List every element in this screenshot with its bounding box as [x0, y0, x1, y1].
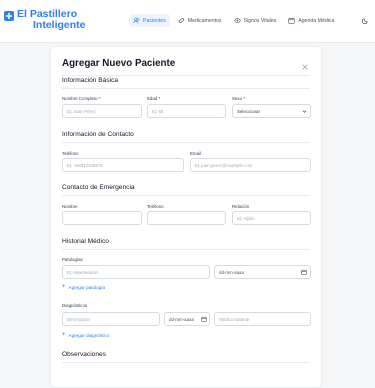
date-placeholder: dd-mm-aaaa [169, 316, 194, 322]
add-patient-modal: Agregar Nuevo Paciente Información Básic… [50, 46, 322, 388]
emergency-name-label: Nombre [62, 204, 78, 209]
close-button[interactable] [301, 58, 309, 70]
plus-icon: + [62, 284, 66, 290]
pathology-date-input[interactable]: dd-mm-aaaa [214, 265, 311, 279]
date-placeholder: dd-mm-aaaa [219, 269, 244, 275]
brand-logo[interactable]: El Pastillero Inteligente [4, 9, 86, 31]
nav-item-medicamentos[interactable]: Medicamentos [174, 14, 226, 27]
add-pathology-label: Agregar patología [68, 284, 106, 290]
pill-icon [178, 18, 184, 23]
diagnosis-description-input[interactable]: Descripción [62, 312, 160, 326]
age-label: Edad * [147, 96, 161, 101]
relation-input[interactable]: Ej: Hija/o [232, 211, 311, 225]
sex-label: Sexo * [232, 96, 245, 101]
full-name-label: Nombre Completo * [62, 96, 101, 101]
nav-item-label: Pacientes [143, 17, 166, 24]
users-icon [133, 17, 140, 24]
plus-icon: + [62, 332, 66, 338]
nav-item-signos-vitales[interactable]: Signos Vitales [230, 14, 281, 27]
calendar-icon [288, 17, 295, 24]
brand-name-line2: Inteligente [33, 19, 86, 31]
section-divider [62, 362, 310, 363]
moon-icon[interactable] [362, 17, 369, 24]
calendar-icon[interactable] [301, 269, 307, 275]
eye-icon [233, 18, 241, 23]
pathology-input[interactable]: Ej: Hipertensión [62, 265, 210, 279]
emergency-phone-input[interactable] [147, 211, 226, 225]
phone-input[interactable]: Ej: +56912345678 [62, 158, 184, 172]
add-diagnosis-button[interactable]: + Agregar diagnóstico [62, 332, 109, 338]
sex-select[interactable]: Seleccionar [232, 104, 311, 118]
section-emergency-contact: Contacto de Emergencia [62, 184, 135, 191]
title-divider [62, 75, 310, 76]
doctor-input[interactable]: Médico tratante [214, 312, 311, 326]
sex-select-value: Seleccionar [237, 108, 260, 114]
nav-item-pacientes[interactable]: Pacientes [129, 14, 170, 27]
main-nav: Pacientes Medicamentos Signos Vitales Ag… [129, 14, 342, 27]
section-contact-info: Información de Contacto [62, 131, 134, 138]
email-input[interactable]: Ej: juan.perez@example.com [190, 158, 311, 172]
pill-logo-icon [4, 11, 14, 21]
section-divider [62, 249, 310, 250]
top-navigation-bar: El Pastillero Inteligente Pacientes Medi… [0, 0, 375, 43]
calendar-icon[interactable] [201, 316, 207, 322]
nav-item-label: Medicamentos [187, 17, 222, 24]
full-name-input[interactable]: Ej: Juan Pérez [62, 104, 142, 118]
nav-item-agenda-medica[interactable]: Agenda Médica [284, 14, 338, 27]
emergency-name-input[interactable] [62, 211, 142, 225]
chevron-down-icon [302, 110, 307, 113]
nav-item-label: Signos Vitales [243, 17, 277, 24]
diagnoses-label: Diagnósticos [62, 303, 88, 308]
section-divider [62, 195, 310, 196]
section-medical-history: Historial Médico [62, 238, 109, 245]
diagnosis-date-input[interactable]: dd-mm-aaaa [164, 312, 210, 326]
age-input[interactable]: Ej: 65 [147, 104, 226, 118]
add-pathology-button[interactable]: + Agregar patología [62, 284, 105, 290]
section-divider [62, 88, 310, 89]
email-label: Email [190, 151, 201, 156]
pathologies-label: Patologías [62, 257, 83, 262]
section-divider [62, 142, 310, 143]
modal-title: Agregar Nuevo Paciente [62, 58, 176, 69]
phone-label: Teléfono [62, 151, 79, 156]
section-observations: Observaciones [62, 351, 106, 358]
emergency-phone-label: Teléfono [147, 204, 164, 209]
nav-item-label: Agenda Médica [298, 17, 335, 24]
add-diagnosis-label: Agregar diagnóstico [68, 332, 110, 338]
close-icon [302, 64, 308, 70]
relation-label: Relación [232, 204, 250, 209]
section-basic-info: Información Básica [62, 77, 119, 84]
